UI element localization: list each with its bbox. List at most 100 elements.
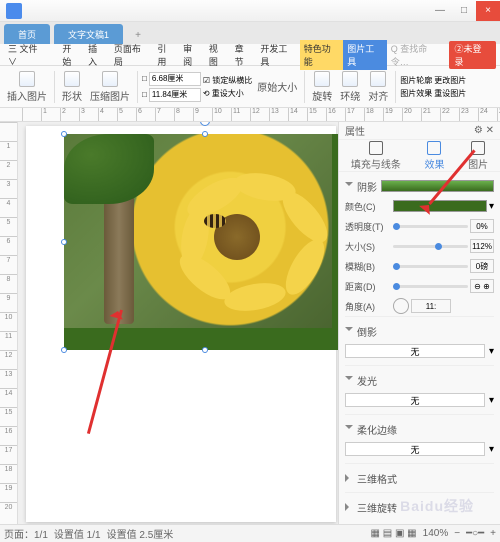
section-soft[interactable]: 柔化边缘 <box>345 419 494 439</box>
section-glow[interactable]: 发光 <box>345 370 494 390</box>
align-label: 对齐 <box>368 88 388 103</box>
section-reflect[interactable]: 倒影 <box>345 321 494 341</box>
angle-value[interactable]: 11: <box>411 299 451 313</box>
reset-size-button[interactable]: ⟲ 重设大小 <box>203 88 252 99</box>
shape-button[interactable]: 形状 <box>59 71 85 103</box>
menu-review[interactable]: 审阅 <box>179 42 205 68</box>
zoom-slider[interactable]: ━○━ <box>466 528 484 539</box>
menu-special[interactable]: 特色功能 <box>300 40 343 70</box>
reset-pic-button[interactable]: 重设图片 <box>434 88 466 99</box>
menu-dev[interactable]: 开发工具 <box>256 42 299 68</box>
canvas[interactable] <box>18 122 338 524</box>
tab-effect[interactable]: 效果 <box>424 141 444 171</box>
close-button[interactable]: × <box>476 1 500 21</box>
glow-none-button[interactable]: 无 <box>345 393 485 407</box>
image-content <box>64 134 332 328</box>
menu-section[interactable]: 章节 <box>231 42 257 68</box>
maximize-button[interactable]: □ <box>452 1 476 21</box>
size-slider[interactable]: .slider[data-name=size-slider]::after{le… <box>393 245 468 248</box>
compress-button[interactable]: 压缩图片 <box>87 71 133 103</box>
pic-effect-button[interactable]: 图片效果 <box>400 88 432 99</box>
menu-view[interactable]: 视图 <box>205 42 231 68</box>
zoom-out-button[interactable]: − <box>454 528 460 539</box>
height-input[interactable] <box>149 72 201 86</box>
prop-angle-label: 角度(A) <box>345 300 389 313</box>
panel-body: 阴影 颜色(C)▾ 透明度(T)0% 大小(S).slider[data-nam… <box>339 172 500 524</box>
zoom-value[interactable]: 140% <box>423 528 449 539</box>
menu-picture-tools[interactable]: 图片工具 <box>343 40 386 70</box>
soft-none-button[interactable]: 无 <box>345 442 485 456</box>
section-shadow[interactable]: 阴影 <box>345 176 494 196</box>
blur-slider[interactable] <box>393 265 468 268</box>
resize-handle-n[interactable] <box>202 131 208 137</box>
document-page <box>26 126 336 522</box>
shape-label: 形状 <box>62 88 82 103</box>
menu-file[interactable]: 三 文件 ∨ <box>4 42 52 68</box>
selected-image[interactable] <box>64 134 338 350</box>
properties-panel: 属性⚙ ✕ 填充与线条 效果 图片 阴影 颜色(C)▾ 透明度(T)0% 大小(… <box>338 122 500 524</box>
change-pic-button[interactable]: 更改图片 <box>434 75 466 86</box>
login-button[interactable]: ②未登录 <box>449 41 496 69</box>
insert-picture-label: 插入图片 <box>7 88 47 103</box>
status-page: 页面：1/1 <box>4 526 48 541</box>
view-buttons[interactable]: ▦ ▤ ▣ ▦ <box>371 528 417 539</box>
resize-handle-s[interactable] <box>202 347 208 353</box>
status-col: 设置值 2.5厘米 <box>107 526 174 541</box>
effect-icon <box>427 141 441 155</box>
panel-title: 属性⚙ ✕ <box>339 122 500 140</box>
angle-dial[interactable] <box>393 298 409 314</box>
transparency-value[interactable]: 0% <box>470 219 494 233</box>
tab-effect-label: 效果 <box>424 156 444 171</box>
original-size-label: 原始大小 <box>257 79 297 94</box>
transparency-slider[interactable] <box>393 225 468 228</box>
compress-icon <box>102 71 118 87</box>
titlebar: — □ × <box>0 0 500 22</box>
rotate-label: 旋转 <box>312 88 332 103</box>
ruler-horizontal: 1234567891011121314151617181920212223242… <box>0 108 500 122</box>
align-button[interactable]: 对齐 <box>365 71 391 103</box>
menu-layout[interactable]: 页面布局 <box>110 42 153 68</box>
prop-dist-label: 距离(D) <box>345 280 389 293</box>
original-size-button[interactable]: 原始大小 <box>254 79 300 94</box>
color-swatch[interactable] <box>393 200 487 212</box>
reflect-none-button[interactable]: 无 <box>345 344 485 358</box>
compress-label: 压缩图片 <box>90 88 130 103</box>
shape-icon <box>64 71 80 87</box>
resize-handle-nw[interactable] <box>61 131 67 137</box>
tab-fill-line[interactable]: 填充与线条 <box>351 141 401 171</box>
width-input[interactable] <box>149 88 201 102</box>
lock-ratio-check[interactable]: ☑ 锁定纵横比 <box>203 75 252 86</box>
fill-icon <box>369 141 383 155</box>
watermark: Baidu经验 <box>400 496 474 516</box>
tab-picture-label: 图片 <box>468 156 488 171</box>
pic-outline-button[interactable]: 图片轮廓 <box>400 75 432 86</box>
menubar: 三 文件 ∨ 开始 插入 页面布局 引用 审阅 视图 章节 开发工具 特色功能 … <box>0 44 500 66</box>
prop-color-label: 颜色(C) <box>345 200 389 213</box>
rotate-handle[interactable] <box>200 122 210 126</box>
search-command[interactable]: Q 查找命令… <box>387 42 449 68</box>
distance-slider[interactable] <box>393 285 468 288</box>
dropdown-icon[interactable]: ▾ <box>489 201 494 212</box>
menu-insert[interactable]: 插入 <box>84 42 110 68</box>
ruler-vertical: 1234567891011121314151617181920 <box>0 122 18 524</box>
wrap-button[interactable]: 环绕 <box>337 71 363 103</box>
app-icon <box>6 3 22 19</box>
section-3dfmt[interactable]: 三维格式 <box>345 468 494 488</box>
status-pageset: 设置值 1/1 <box>54 526 101 541</box>
menu-ref[interactable]: 引用 <box>153 42 179 68</box>
workspace: 1234567891011121314151617181920 <box>0 122 500 524</box>
resize-handle-sw[interactable] <box>61 347 67 353</box>
insert-picture-button[interactable]: 插入图片 <box>4 71 50 103</box>
size-value[interactable]: 112% <box>470 239 494 253</box>
statusbar: 页面：1/1 设置值 1/1 设置值 2.5厘米 ▦ ▤ ▣ ▦ 140% − … <box>0 524 500 542</box>
rotate-button[interactable]: 旋转 <box>309 71 335 103</box>
zoom-in-button[interactable]: + <box>490 528 496 539</box>
wrap-icon <box>342 71 358 87</box>
rotate-icon <box>314 71 330 87</box>
menu-start[interactable]: 开始 <box>58 42 84 68</box>
minimize-button[interactable]: — <box>428 1 452 21</box>
distance-value[interactable]: ⊖ ⊕ <box>470 279 494 293</box>
blur-value[interactable]: 0磅 <box>470 259 494 273</box>
resize-handle-w[interactable] <box>61 239 67 245</box>
align-icon <box>370 71 386 87</box>
